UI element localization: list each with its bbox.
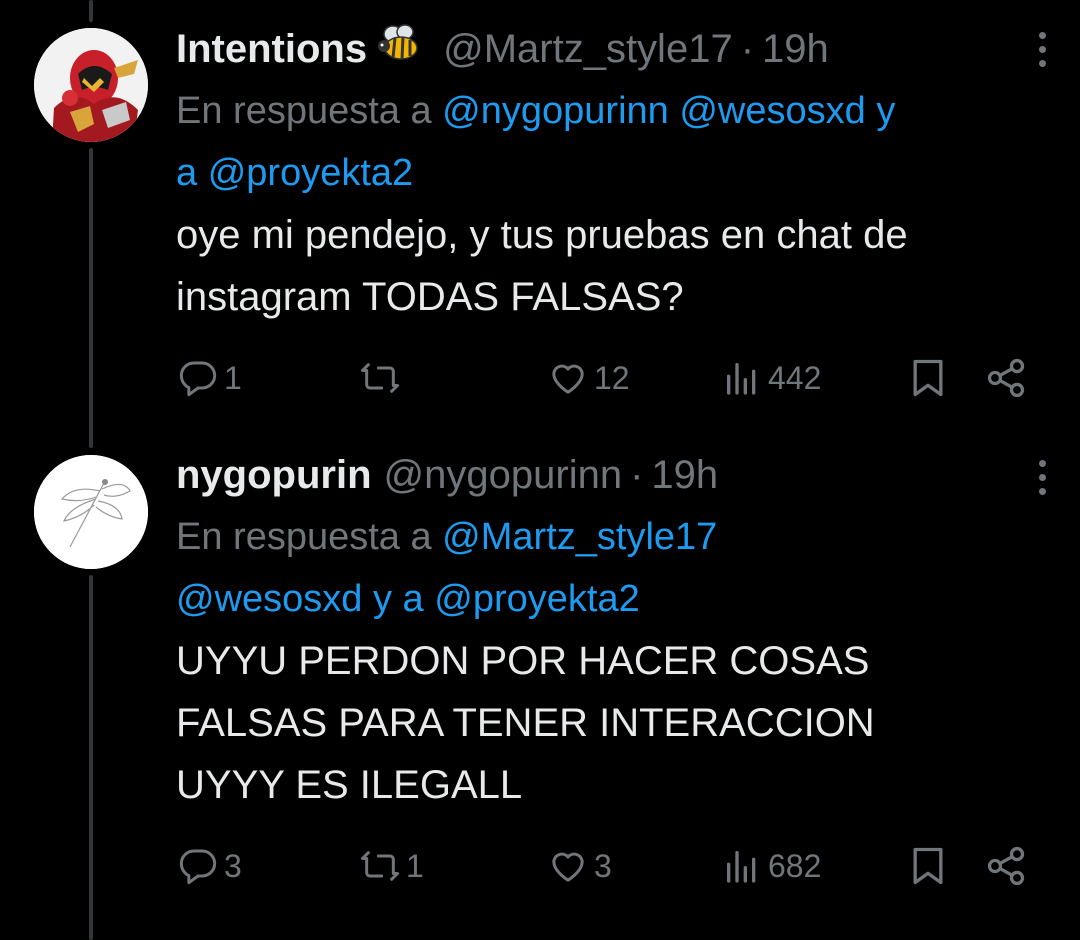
tweet-text-line: UYYU PERDON POR HACER COSAS — [176, 639, 870, 683]
mention-link[interactable]: @nygopurinn — [442, 90, 669, 132]
tweet-text-line: UYYY ES ILEGALL — [176, 763, 523, 807]
reply-context: En respuesta a @nygopurinn @wesosxd y a … — [176, 80, 1040, 204]
reply-joiner: y — [876, 90, 896, 132]
tweet-header: Intentions @Martz_style17 · 19h — [176, 22, 1040, 74]
more-options-icon[interactable] — [1022, 452, 1062, 502]
reply-icon — [179, 361, 217, 397]
avatar-image — [34, 28, 148, 142]
tweet-text-line: instagram TODAS FALSAS? — [176, 275, 684, 319]
view-count: 682 — [768, 847, 822, 884]
reply-button[interactable]: 1 — [176, 353, 242, 403]
retweet-button[interactable]: 1 — [358, 841, 424, 891]
bookmark-button[interactable] — [906, 841, 950, 891]
retweet-count: 1 — [406, 847, 424, 884]
user-handle[interactable]: @nygopurinn — [384, 450, 623, 500]
like-button[interactable]: 12 — [546, 353, 630, 403]
user-handle[interactable]: @Martz_style17 — [443, 24, 733, 74]
reply-line2-prefix: a — [402, 578, 424, 620]
conversation-thread: Intentions @Martz_style17 · 19h En respu… — [0, 0, 1080, 940]
like-button[interactable]: 3 — [546, 841, 612, 891]
reply-button[interactable]: 3 — [176, 841, 242, 891]
views-icon — [727, 851, 756, 883]
tweet-nygopurin[interactable]: nygopurin @nygopurinn · 19h En respuesta… — [0, 440, 1080, 940]
retweet-button[interactable] — [358, 353, 406, 403]
reply-prefix: En respuesta a — [176, 516, 432, 558]
avatar[interactable] — [34, 28, 148, 142]
tweet-text: oye mi pendejo, y tus pruebas en chat de… — [176, 204, 1040, 328]
bee-icon — [378, 24, 418, 60]
mention-link[interactable]: @proyekta2 — [434, 578, 639, 620]
mention-link[interactable]: @Martz_style17 — [442, 516, 717, 558]
separator-dot: · — [740, 27, 755, 71]
mention-link[interactable]: @proyekta2 — [208, 152, 413, 194]
share-icon — [987, 358, 1025, 398]
avatar[interactable] — [34, 455, 148, 569]
tweet-text-line: FALSAS PARA TENER INTERACCION — [176, 701, 875, 745]
bookmark-button[interactable] — [906, 353, 950, 403]
heart-icon — [552, 852, 584, 882]
tweet-text: UYYU PERDON POR HACER COSAS FALSAS PARA … — [176, 630, 1040, 816]
like-count: 12 — [594, 359, 630, 396]
bookmark-icon — [913, 847, 943, 885]
retweet-icon — [361, 851, 399, 881]
heart-icon — [552, 364, 584, 394]
mention-link[interactable]: @wesosxd — [679, 90, 865, 132]
like-count: 3 — [594, 847, 612, 884]
reply-line2-prefix: a — [176, 152, 198, 194]
timestamp[interactable]: 19h — [762, 24, 829, 74]
reply-count: 1 — [224, 359, 242, 396]
reply-joiner: y — [372, 578, 392, 620]
reply-icon — [179, 849, 217, 885]
share-button[interactable] — [984, 353, 1028, 403]
view-count: 442 — [768, 359, 822, 396]
tweet-header: nygopurin @nygopurinn · 19h — [176, 450, 1040, 500]
views-button[interactable]: 682 — [720, 841, 821, 891]
tweet-actions: 1 12 442 — [176, 353, 1036, 403]
avatar-image — [34, 455, 148, 569]
timestamp[interactable]: 19h — [651, 450, 718, 500]
tweet-text-line: oye mi pendejo, y tus pruebas en chat de — [176, 213, 908, 257]
views-button[interactable]: 442 — [720, 353, 821, 403]
reply-prefix: En respuesta a — [176, 90, 432, 132]
share-button[interactable] — [984, 841, 1028, 891]
bookmark-icon — [913, 359, 943, 397]
more-options-icon[interactable] — [1022, 24, 1062, 74]
display-name[interactable]: nygopurin — [176, 450, 372, 500]
reply-count: 3 — [224, 847, 242, 884]
display-name[interactable]: Intentions — [176, 24, 367, 74]
share-icon — [987, 846, 1025, 886]
tweet-intentions[interactable]: Intentions @Martz_style17 · 19h En respu… — [0, 0, 1080, 440]
tweet-actions: 3 1 3 682 — [176, 841, 1036, 891]
views-icon — [727, 363, 756, 395]
retweet-icon — [361, 363, 399, 393]
reply-context: En respuesta a @Martz_style17 @wesosxd y… — [176, 506, 1040, 630]
mention-link[interactable]: @wesosxd — [176, 578, 362, 620]
separator-dot: · — [630, 453, 644, 497]
